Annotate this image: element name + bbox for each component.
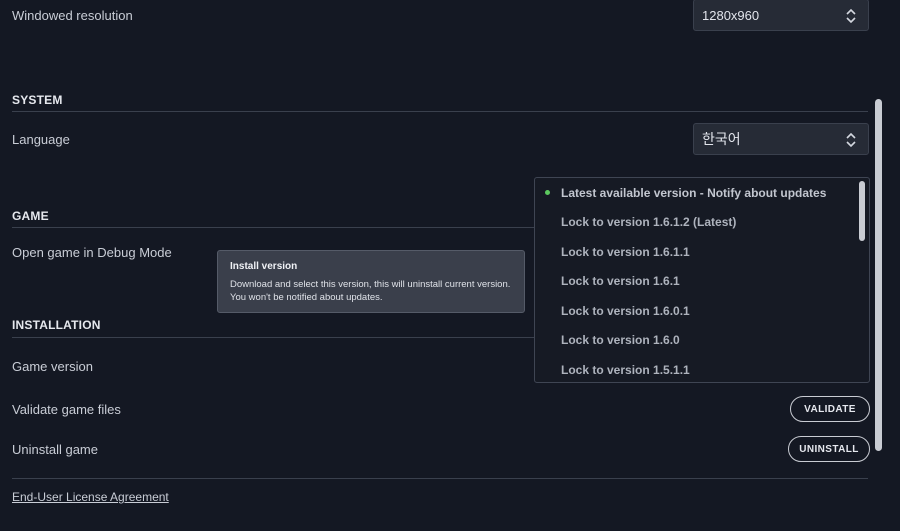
dropdown-item-label: Lock to version 1.6.0.1 (561, 304, 690, 318)
chevron-up-down-icon (846, 132, 856, 148)
dropdown-item-label: Lock to version 1.6.1.2 (Latest) (561, 215, 737, 229)
windowed-resolution-label: Windowed resolution (12, 8, 133, 23)
dropdown-item-label: Lock to version 1.6.0 (561, 333, 680, 347)
language-label: Language (12, 132, 70, 147)
dropdown-scrollbar[interactable] (859, 181, 865, 241)
game-section-title: GAME (12, 209, 49, 223)
tooltip-body: Download and select this version, this w… (230, 279, 511, 303)
chevron-up-down-icon (846, 8, 856, 24)
game-version-dropdown[interactable]: Latest available version - Notify about … (534, 177, 870, 383)
validate-button[interactable]: VALIDATE (790, 396, 870, 422)
dropdown-item-label: Lock to version 1.5.1.1 (561, 363, 690, 377)
dropdown-item-label: Lock to version 1.6.1 (561, 274, 680, 288)
uninstall-button[interactable]: UNINSTALL (788, 436, 870, 462)
footer-divider (12, 478, 868, 479)
tooltip-title: Install version (230, 261, 298, 272)
language-value: 한국어 (702, 132, 741, 148)
page-scrollbar[interactable] (875, 99, 882, 451)
eula-link[interactable]: End-User License Agreement (12, 490, 169, 504)
dropdown-item[interactable]: Latest available version - Notify about … (535, 178, 865, 207)
system-section-title: SYSTEM (12, 93, 63, 107)
uninstall-label: Uninstall game (12, 442, 98, 457)
selected-dot-icon (545, 190, 550, 195)
dropdown-item[interactable]: Lock to version 1.6.1 (535, 266, 865, 295)
dropdown-item[interactable]: Lock to version 1.6.0 (535, 325, 865, 354)
install-version-tooltip: Install version Download and select this… (217, 250, 525, 313)
system-divider (12, 111, 868, 112)
debug-mode-label: Open game in Debug Mode (12, 245, 172, 260)
game-version-label: Game version (12, 359, 93, 374)
windowed-resolution-value: 1280x960 (702, 7, 760, 23)
windowed-resolution-select[interactable]: 1280x960 (693, 0, 869, 31)
dropdown-item[interactable]: Lock to version 1.6.0.1 (535, 296, 865, 325)
dropdown-item-label: Lock to version 1.6.1.1 (561, 245, 690, 259)
installation-section-title: INSTALLATION (12, 318, 101, 332)
language-select[interactable]: 한국어 (693, 123, 869, 155)
dropdown-item-label: Latest available version - Notify about … (561, 186, 827, 200)
dropdown-item[interactable]: Lock to version 1.6.1.1 (535, 237, 865, 266)
settings-page: Windowed resolution 1280x960 SYSTEM Lang… (0, 0, 900, 531)
dropdown-item[interactable]: Lock to version 1.6.1.2 (Latest) (535, 207, 865, 236)
dropdown-item[interactable]: Lock to version 1.5.1.1 (535, 355, 865, 382)
validate-label: Validate game files (12, 402, 121, 417)
